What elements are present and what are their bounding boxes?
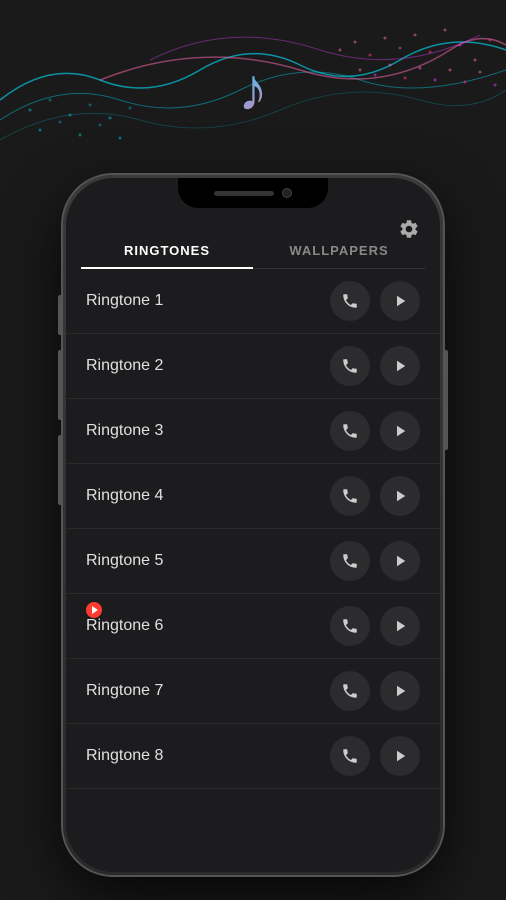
ringtone-item: Ringtone 6 — [66, 594, 440, 659]
tab-ringtones[interactable]: RINGTONES — [81, 233, 253, 268]
set-ringtone-button[interactable] — [330, 671, 370, 711]
set-ringtone-button[interactable] — [330, 411, 370, 451]
side-button-mute — [58, 295, 62, 335]
set-ringtone-button[interactable] — [330, 541, 370, 581]
play-ringtone-button[interactable] — [380, 671, 420, 711]
side-button-power — [444, 350, 448, 450]
set-ringtone-button[interactable] — [330, 346, 370, 386]
new-badge — [86, 602, 102, 618]
set-ringtone-button[interactable] — [330, 606, 370, 646]
ringtone-name: Ringtone 8 — [86, 747, 330, 765]
side-button-volume-down — [58, 435, 62, 505]
ringtone-name: Ringtone 6 — [86, 617, 330, 635]
play-ringtone-button[interactable] — [380, 281, 420, 321]
ringtone-item: Ringtone 1 — [66, 269, 440, 334]
play-ringtone-button[interactable] — [380, 346, 420, 386]
ringtone-name: Ringtone 5 — [86, 552, 330, 570]
set-ringtone-button[interactable] — [330, 476, 370, 516]
ringtone-list: Ringtone 1 Ringtone 2 — [66, 269, 440, 823]
ringtone-item: Ringtone 4 — [66, 464, 440, 529]
speaker — [214, 191, 274, 196]
ringtone-item: Ringtone 8 — [66, 724, 440, 789]
set-ringtone-button[interactable] — [330, 281, 370, 321]
ringtone-name: Ringtone 2 — [86, 357, 330, 375]
play-ringtone-button[interactable] — [380, 476, 420, 516]
side-button-volume-up — [58, 350, 62, 420]
settings-button[interactable] — [398, 218, 420, 246]
play-ringtone-button[interactable] — [380, 606, 420, 646]
ringtone-item: Ringtone 2 — [66, 334, 440, 399]
phone-frame: RINGTONES WALLPAPERS Ringtone 1 Ringt — [63, 175, 443, 875]
phone-screen: RINGTONES WALLPAPERS Ringtone 1 Ringt — [66, 178, 440, 872]
ringtone-item: Ringtone 5 — [66, 529, 440, 594]
play-ringtone-button[interactable] — [380, 411, 420, 451]
ringtone-item: Ringtone 3 — [66, 399, 440, 464]
front-camera — [282, 188, 292, 198]
ringtone-name: Ringtone 3 — [86, 422, 330, 440]
ringtone-name: Ringtone 4 — [86, 487, 330, 505]
play-ringtone-button[interactable] — [380, 736, 420, 776]
play-ringtone-button[interactable] — [380, 541, 420, 581]
app-content: RINGTONES WALLPAPERS Ringtone 1 Ringt — [66, 178, 440, 872]
music-note-icon: ♪ — [238, 55, 268, 124]
ringtone-item: Ringtone 7 — [66, 659, 440, 724]
tab-bar: RINGTONES WALLPAPERS — [81, 233, 425, 269]
ringtone-name: Ringtone 7 — [86, 682, 330, 700]
set-ringtone-button[interactable] — [330, 736, 370, 776]
phone-notch — [178, 178, 328, 208]
ringtone-name: Ringtone 1 — [86, 292, 330, 310]
